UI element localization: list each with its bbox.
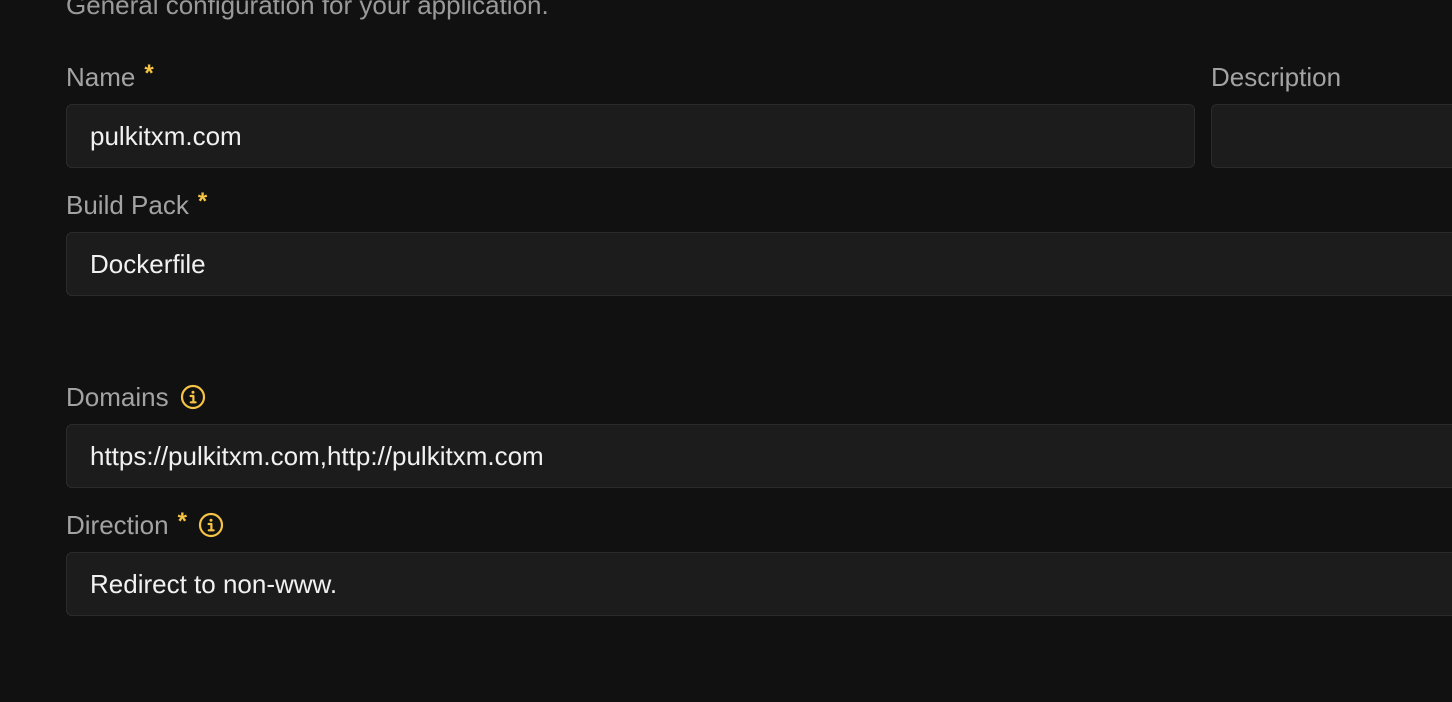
build-pack-select[interactable]: Dockerfile	[66, 232, 1452, 296]
domains-label: Domains	[66, 380, 206, 414]
name-label-text: Name	[66, 61, 136, 92]
required-marker: *	[177, 508, 187, 535]
build-pack-label: Build Pack *	[66, 188, 207, 222]
name-label: Name *	[66, 60, 154, 94]
description-label-text: Description	[1211, 61, 1342, 92]
direction-value: Redirect to non-www.	[90, 568, 338, 599]
description-label: Description	[1211, 60, 1341, 94]
domains-field[interactable]	[66, 424, 1452, 488]
description-input[interactable]	[1235, 120, 1452, 152]
direction-label: Direction *	[66, 508, 224, 542]
required-marker: *	[197, 188, 208, 215]
direction-select[interactable]: Redirect to non-www.	[66, 552, 1452, 616]
general-settings-section: General configuration for your applicati…	[0, 0, 1452, 702]
domains-label-text: Domains	[66, 381, 169, 412]
required-marker: *	[144, 60, 154, 87]
build-pack-value: Dockerfile	[90, 248, 206, 279]
name-input[interactable]	[90, 120, 1171, 152]
section-subtitle: General configuration for your applicati…	[66, 0, 549, 20]
name-field[interactable]	[66, 104, 1195, 168]
info-icon[interactable]	[198, 512, 224, 538]
direction-label-text: Direction	[66, 509, 169, 540]
build-pack-label-text: Build Pack	[66, 189, 189, 220]
description-field[interactable]	[1211, 104, 1452, 168]
info-icon[interactable]	[180, 384, 206, 410]
domains-input[interactable]	[90, 440, 1452, 472]
